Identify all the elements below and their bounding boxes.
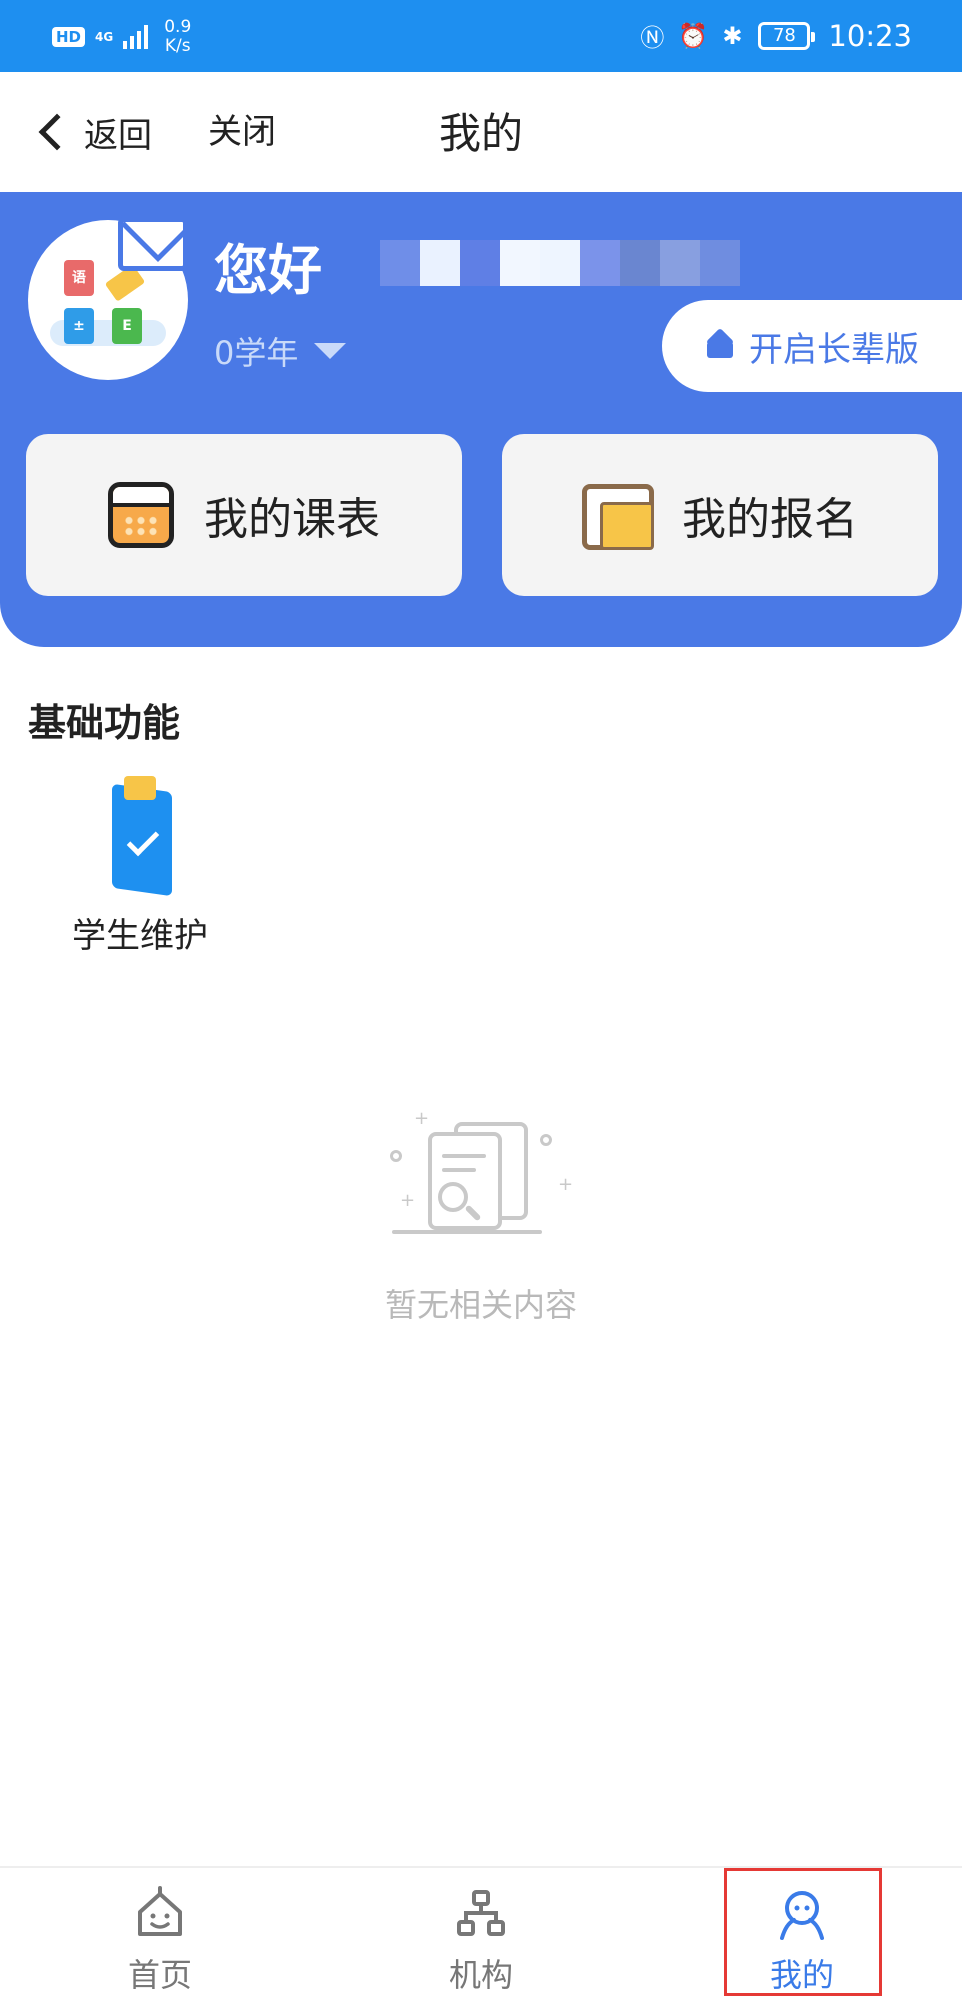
student-maintenance-item[interactable]: 学生维护 [56, 768, 224, 958]
my-schedule-card[interactable]: 我的课表 [26, 434, 462, 596]
avatar-book-english: E [112, 308, 142, 344]
status-right: Ⓝ ⏰ ✱ 78 10:23 [638, 18, 912, 53]
tab-organization[interactable]: 机构 [321, 1868, 641, 2000]
nfc-icon: Ⓝ [640, 24, 665, 52]
org-chart-icon [457, 1890, 505, 1936]
avatar-book-chinese: 语 [64, 260, 94, 296]
home-icon [705, 334, 735, 358]
active-tab-highlight-box [724, 1868, 882, 1996]
avatar-book-math: ± [64, 308, 94, 344]
empty-state-text: 暂无相关内容 [384, 1286, 577, 1324]
elder-mode-button[interactable]: 开启长辈版 [662, 300, 962, 392]
clipboard-check-icon [106, 774, 176, 897]
home-icon [138, 1886, 182, 1936]
student-maintenance-label: 学生维护 [72, 916, 208, 956]
tab-home[interactable]: 首页 [0, 1868, 320, 2000]
grade-selector[interactable]: 0学年 [214, 328, 347, 374]
my-signup-label: 我的报名 [682, 494, 858, 545]
nav-bar: 返回 关闭 我的 [0, 72, 962, 192]
calendar-icon [108, 482, 174, 548]
profile-header: 语 ± E 您好 0学年 开启长辈版 我的课表 我的报名 [0, 192, 962, 647]
section-title-basic-functions: 基础功能 [28, 701, 181, 745]
clock: 10:23 [828, 18, 912, 53]
network-speed-value: 0.9 [164, 17, 192, 37]
empty-document-search-icon: + + + [380, 1110, 580, 1250]
status-left: HD 4G 0.9 K/s [52, 18, 191, 56]
mail-icon[interactable] [118, 217, 188, 271]
grade-label: 0学年 [214, 334, 299, 372]
tab-organization-label: 机构 [448, 1956, 513, 1994]
network-type: 4G [95, 30, 114, 44]
my-signup-card[interactable]: 我的报名 [502, 434, 938, 596]
battery-icon: 78 [758, 21, 816, 50]
signal-icon [123, 25, 149, 49]
status-bar: HD 4G 0.9 K/s Ⓝ ⏰ ✱ 78 10:23 [0, 0, 962, 72]
elder-mode-label: 开启长辈版 [749, 329, 919, 370]
network-speed-unit: K/s [164, 36, 191, 56]
tab-home-label: 首页 [127, 1956, 192, 1994]
page-title: 我的 [438, 109, 523, 158]
hd-badge: HD [52, 27, 86, 47]
username-blurred [380, 240, 740, 286]
network-speed: 0.9 K/s [164, 18, 191, 56]
folder-icon [582, 484, 654, 550]
greeting-text: 您好 [214, 239, 322, 302]
caret-down-icon [314, 343, 347, 359]
bluetooth-icon: ✱ [722, 21, 743, 50]
my-schedule-label: 我的课表 [204, 494, 380, 545]
alarm-icon: ⏰ [678, 21, 709, 50]
